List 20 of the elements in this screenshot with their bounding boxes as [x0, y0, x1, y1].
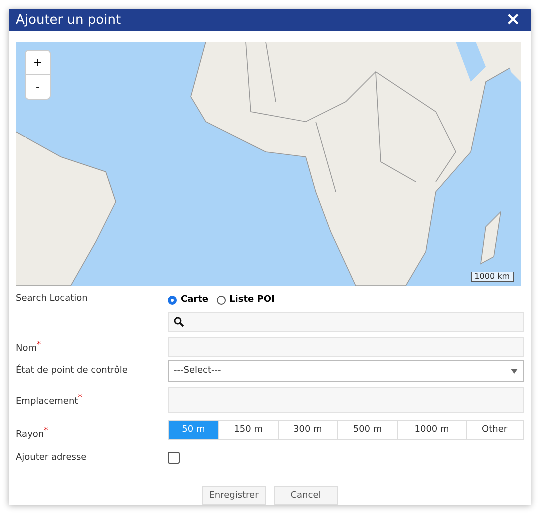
- field-label: Rayon$^{*}$: [16, 425, 50, 440]
- field-label: Nom$^{*}$: [16, 340, 42, 354]
- radio-option[interactable]: Liste POI: [216, 295, 275, 305]
- radio-option[interactable]: Carte: [168, 295, 209, 305]
- search-icon: [174, 317, 184, 327]
- caret-icon: [511, 368, 518, 374]
- field-label: Ajouter adresse: [16, 453, 88, 463]
- field-label: Search Location: [16, 293, 89, 304]
- cancel-button[interactable]: Cancel: [274, 486, 338, 505]
- field-label: Emplacement$^{*}$: [16, 393, 84, 407]
- location-field[interactable]: [168, 387, 524, 413]
- window-title: Ajouter un point: [16, 12, 122, 28]
- map-scale: 1000 km: [470, 272, 514, 282]
- close-button[interactable]: ×: [504, 11, 523, 29]
- search-field[interactable]: [168, 312, 524, 332]
- save-button[interactable]: Enregistrer: [202, 486, 266, 505]
- checkbox[interactable]: [168, 452, 180, 464]
- field-label: État de point de contrôle: [16, 366, 129, 376]
- status-select[interactable]: ---Select---: [168, 360, 524, 382]
- name-field[interactable]: [168, 337, 524, 357]
